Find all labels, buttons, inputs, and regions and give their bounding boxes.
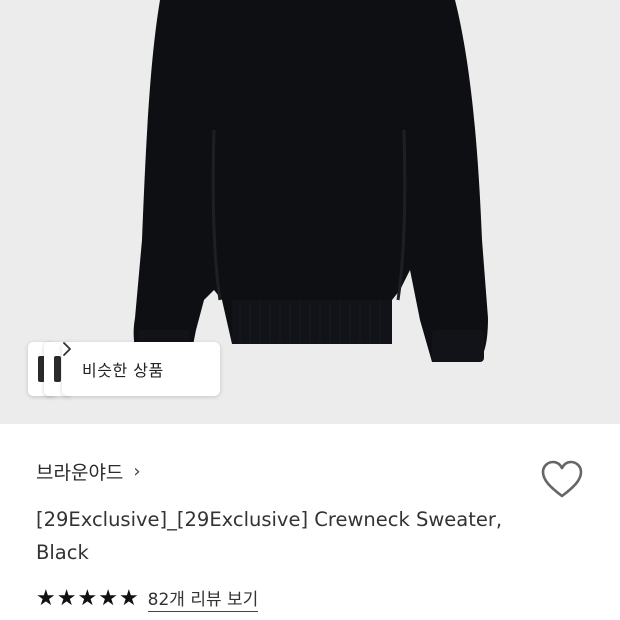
star-icon: ★ <box>56 585 77 611</box>
similar-products-label: 비슷한 상품 <box>82 361 164 380</box>
rating-row: ★ ★ ★ ★ ★ 82개 리뷰 보기 <box>36 585 259 612</box>
heart-icon[interactable] <box>540 460 584 500</box>
star-icon: ★ <box>98 585 118 611</box>
star-icon: ★ <box>77 585 98 611</box>
similar-products-chip[interactable]: 비슷한 상품 <box>62 342 220 396</box>
brand-link[interactable]: 브라운야드 › <box>36 458 141 485</box>
product-detail-page: 비슷한 상품 브라운야드 › [29Exclusive]_[29Exclusiv… <box>0 0 620 620</box>
star-icon: ★ <box>36 585 56 611</box>
product-image[interactable]: 비슷한 상품 <box>0 0 620 424</box>
product-title: [29Exclusive]_[29Exclusive] Crewneck Swe… <box>36 508 503 564</box>
star-icon: ★ <box>118 585 139 611</box>
star-rating: ★ ★ ★ ★ ★ <box>36 585 140 611</box>
view-reviews-link[interactable]: 82개 리뷰 보기 <box>147 585 259 612</box>
brand-chevron-icon: › <box>133 461 141 482</box>
brand-name: 브라운야드 <box>36 462 124 484</box>
